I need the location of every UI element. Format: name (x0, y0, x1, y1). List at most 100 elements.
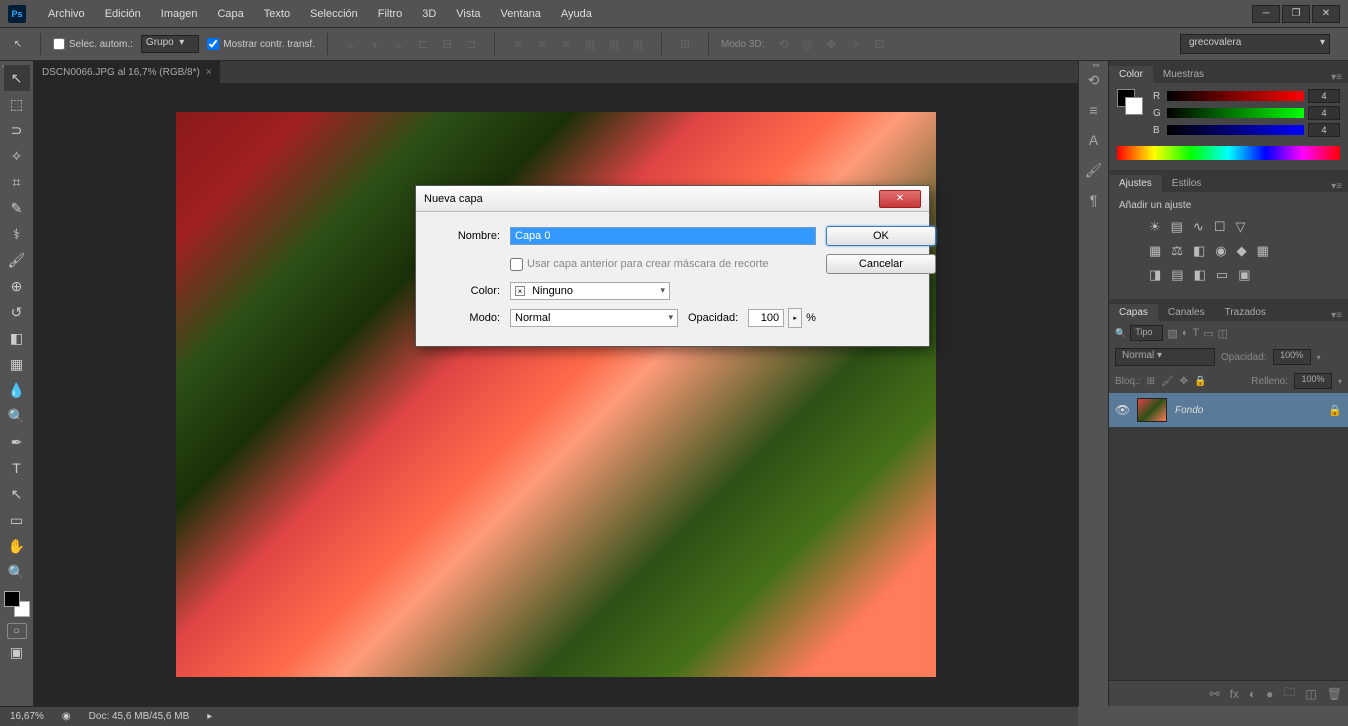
menu-seleccion[interactable]: Selección (300, 8, 368, 20)
delete-layer-icon[interactable]: 🗑 (1327, 687, 1342, 701)
filter-pixel-icon[interactable]: ▨ (1167, 327, 1177, 340)
threshold-icon[interactable]: ◧ (1194, 267, 1206, 283)
filter-shape-icon[interactable]: ▭ (1203, 327, 1213, 340)
g-slider[interactable] (1167, 108, 1304, 118)
exposure-icon[interactable]: ☐ (1214, 219, 1226, 235)
filter-smart-icon[interactable]: ◫ (1218, 327, 1228, 340)
panel-grip-icon[interactable]: ▸▸ (1093, 61, 1103, 71)
auto-align-icon[interactable]: ⊞ (674, 33, 696, 55)
group-icon[interactable]: 🗀 (1283, 683, 1295, 704)
b-value[interactable]: 4 (1308, 123, 1340, 137)
blend-mode-dialog-select[interactable]: Normal (510, 309, 678, 327)
curves-icon[interactable]: ∿ (1193, 219, 1204, 235)
doc-size-status[interactable]: Doc: 45,6 MB/45,6 MB (89, 711, 190, 722)
3d-pan-icon[interactable]: ✥ (820, 33, 842, 55)
align-hcenter-icon[interactable]: ⊟ (436, 33, 458, 55)
layer-visibility-icon[interactable]: 👁 (1115, 403, 1129, 417)
tab-layers[interactable]: Capas (1109, 304, 1158, 321)
magic-wand-tool[interactable]: ✧ (4, 143, 30, 169)
eyedropper-tool[interactable]: ✎ (4, 195, 30, 221)
r-slider[interactable] (1167, 91, 1304, 101)
filter-type-icon[interactable]: T (1192, 327, 1199, 339)
dialog-close-button[interactable]: ✕ (879, 190, 921, 208)
r-value[interactable]: 4 (1308, 89, 1340, 103)
distribute-bottom-icon[interactable]: ≡ (555, 33, 577, 55)
use-previous-mask-checkbox[interactable]: Usar capa anterior para crear máscara de… (510, 258, 816, 271)
layers-panel-menu-icon[interactable]: ▾≡ (1325, 310, 1348, 321)
link-layers-icon[interactable]: ⚯ (1210, 687, 1220, 701)
photo-filter-icon[interactable]: ◉ (1215, 243, 1226, 259)
3d-scale-icon[interactable]: ⊡ (868, 33, 890, 55)
foreground-color[interactable] (4, 591, 20, 607)
tab-paths[interactable]: Trazados (1215, 304, 1276, 321)
canvas-viewport[interactable] (34, 83, 1078, 706)
filter-adjust-icon[interactable]: ◐ (1182, 327, 1189, 339)
quick-mask-button[interactable]: ○ (7, 623, 27, 639)
dialog-opacity-input[interactable] (748, 309, 784, 327)
align-vcenter-icon[interactable]: ⫟ (364, 33, 386, 55)
gradient-tool[interactable]: ▦ (4, 351, 30, 377)
layer-fx-icon[interactable]: fx (1230, 687, 1239, 701)
paragraph-panel-icon[interactable]: ¶ (1083, 189, 1105, 211)
color-panel-swatch[interactable] (1117, 89, 1143, 115)
channel-mixer-icon[interactable]: ◆ (1237, 243, 1247, 259)
posterize-icon[interactable]: ▤ (1171, 267, 1183, 283)
dialog-titlebar[interactable]: Nueva capa ✕ (416, 186, 929, 212)
tab-color[interactable]: Color (1109, 66, 1153, 83)
hue-icon[interactable]: ▦ (1149, 243, 1161, 259)
lasso-tool[interactable]: ⊃ (4, 117, 30, 143)
marquee-tool[interactable]: ⬚ (4, 91, 30, 117)
brush-panel-icon[interactable]: 🖌 (1083, 159, 1105, 181)
properties-panel-icon[interactable]: ≡ (1083, 99, 1105, 121)
minimize-button[interactable]: ─ (1252, 5, 1280, 23)
auto-select-checkbox[interactable]: Selec. autom.: (53, 38, 133, 50)
eraser-tool[interactable]: ◧ (4, 325, 30, 351)
color-swatch[interactable] (4, 591, 30, 617)
layer-fill-input[interactable]: 100% (1294, 373, 1332, 389)
path-select-tool[interactable]: ↖ (4, 481, 30, 507)
document-tab[interactable]: DSCN0066.JPG al 16,7% (RGB/8*) × (34, 61, 220, 83)
healing-tool[interactable]: ⚕ (4, 221, 30, 247)
invert-icon[interactable]: ◨ (1149, 267, 1161, 283)
new-layer-icon[interactable]: ◫ (1305, 687, 1316, 701)
levels-icon[interactable]: ▤ (1171, 219, 1183, 235)
distribute-hcenter-icon[interactable]: ||| (603, 33, 625, 55)
3d-orbit-icon[interactable]: ⟲ (772, 33, 794, 55)
b-slider[interactable] (1167, 125, 1304, 135)
blur-tool[interactable]: 💧 (4, 377, 30, 403)
screen-mode-button[interactable]: ▣ (4, 639, 30, 665)
layer-color-select[interactable]: × Ninguno (510, 282, 670, 300)
align-right-icon[interactable]: ⊐ (460, 33, 482, 55)
maximize-button[interactable]: ❐ (1282, 5, 1310, 23)
crop-tool[interactable]: ⌗ (4, 169, 30, 195)
type-tool[interactable]: T (4, 455, 30, 481)
close-button[interactable]: ✕ (1312, 5, 1340, 23)
history-brush-tool[interactable]: ↺ (4, 299, 30, 325)
blend-mode-select[interactable]: Normal ▾ (1115, 348, 1215, 366)
adjust-panel-menu-icon[interactable]: ▾≡ (1325, 181, 1348, 192)
layer-name-input[interactable] (510, 227, 816, 245)
menu-vista[interactable]: Vista (446, 8, 490, 20)
distribute-top-icon[interactable]: ≡ (507, 33, 529, 55)
fill-adjust-icon[interactable]: ● (1266, 687, 1273, 701)
rectangle-tool[interactable]: ▭ (4, 507, 30, 533)
tab-styles[interactable]: Estilos (1162, 175, 1211, 192)
hand-tool[interactable]: ✋ (4, 533, 30, 559)
color-panel-menu-icon[interactable]: ▾≡ (1325, 72, 1348, 83)
lock-pixels-icon[interactable]: 🖌 (1161, 376, 1174, 387)
menu-3d[interactable]: 3D (412, 8, 446, 20)
layer-row[interactable]: 👁 Fondo 🔒 (1109, 393, 1348, 427)
layer-thumbnail[interactable] (1137, 398, 1167, 422)
move-tool[interactable]: ↖ (4, 65, 30, 91)
menu-imagen[interactable]: Imagen (151, 8, 208, 20)
menu-ayuda[interactable]: Ayuda (551, 8, 602, 20)
layer-opacity-input[interactable]: 100% (1273, 349, 1311, 365)
close-tab-icon[interactable]: × (206, 67, 212, 78)
stamp-tool[interactable]: ⊕ (4, 273, 30, 299)
gradient-map-icon[interactable]: ▭ (1216, 267, 1228, 283)
show-transform-checkbox[interactable]: Mostrar contr. transf. (207, 38, 315, 50)
menu-archivo[interactable]: Archivo (38, 8, 95, 20)
tab-swatches[interactable]: Muestras (1153, 66, 1214, 83)
layer-name[interactable]: Fondo (1175, 405, 1320, 416)
group-select[interactable]: Grupo ▾ (141, 35, 199, 53)
